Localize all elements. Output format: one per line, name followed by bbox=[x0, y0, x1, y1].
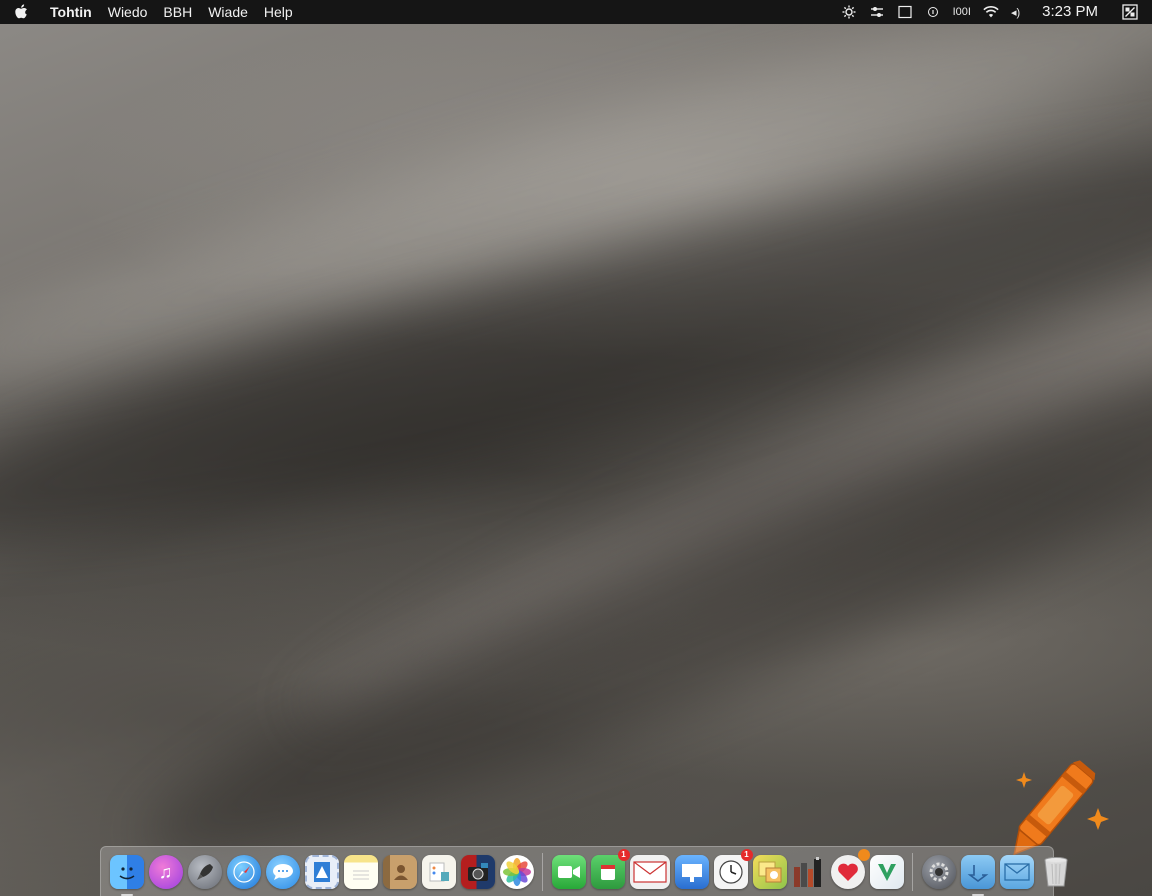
dock-app-photos[interactable] bbox=[499, 854, 534, 889]
finder-icon bbox=[119, 866, 134, 879]
status-bars-text[interactable]: I00I bbox=[953, 6, 971, 18]
notification-badge: 1 bbox=[740, 848, 753, 861]
dock-app-reminders[interactable] bbox=[421, 854, 456, 889]
wifi-icon[interactable] bbox=[983, 4, 999, 20]
dock-app-vectornator[interactable] bbox=[869, 854, 904, 889]
dock-separator bbox=[912, 852, 913, 891]
wallpaper-shadow bbox=[0, 71, 1152, 609]
dock-app-facetime[interactable] bbox=[551, 854, 586, 889]
dock-app-contacts[interactable] bbox=[382, 854, 417, 889]
stamp-icon bbox=[313, 861, 330, 882]
desktop-wallpaper: Tohtin Wiedo BBH Wiade Help I00I ◂) 3:23… bbox=[0, 0, 1152, 896]
dock-app-clock[interactable]: 1 bbox=[713, 848, 753, 889]
dock-app-safari[interactable] bbox=[226, 854, 261, 889]
gear-icon bbox=[929, 862, 948, 881]
menu-item-bbh[interactable]: BBH bbox=[155, 0, 200, 24]
gear-sun-icon[interactable] bbox=[841, 4, 857, 20]
heart-icon bbox=[837, 863, 858, 881]
display-icon[interactable] bbox=[897, 4, 913, 20]
control-center-icon[interactable] bbox=[1122, 4, 1138, 20]
dock-app-calendar[interactable]: 1 bbox=[590, 848, 630, 889]
dock-app-finder[interactable] bbox=[109, 854, 144, 896]
menu-app-name[interactable]: Tohtin bbox=[42, 0, 100, 24]
vector-icon bbox=[877, 863, 896, 881]
clock-icon bbox=[718, 859, 743, 884]
volume-icon[interactable]: ◂) bbox=[1011, 6, 1020, 19]
wallpaper-highlight bbox=[281, 180, 1152, 760]
sliders-icon[interactable] bbox=[869, 4, 885, 20]
folder-download-icon bbox=[967, 864, 988, 882]
dock: ♫ 1 1 bbox=[100, 846, 1067, 896]
menu-item-help[interactable]: Help bbox=[256, 0, 301, 24]
dock-app-keynote[interactable] bbox=[674, 854, 709, 889]
dock-app-books[interactable] bbox=[792, 855, 826, 889]
dock-app-heart[interactable] bbox=[830, 848, 870, 889]
envelope-icon bbox=[632, 860, 667, 883]
video-icon bbox=[557, 865, 580, 878]
dock-app-photo-booth[interactable] bbox=[460, 854, 495, 889]
dock-app-stamp[interactable] bbox=[304, 854, 339, 889]
menu-clock[interactable]: 3:23 PM bbox=[1034, 0, 1106, 24]
dock-app-mail[interactable] bbox=[629, 854, 670, 889]
info-circle-icon[interactable] bbox=[925, 4, 941, 20]
dock-separator bbox=[542, 852, 543, 891]
notification-badge bbox=[857, 848, 870, 861]
stickies-icon bbox=[758, 861, 781, 882]
notification-badge: 1 bbox=[617, 848, 630, 861]
dock-app-downloads[interactable] bbox=[960, 854, 995, 896]
menu-item-wiade[interactable]: Wiade bbox=[200, 0, 256, 24]
dock-app-notes[interactable] bbox=[343, 854, 378, 889]
music-icon: ♫ bbox=[158, 861, 173, 882]
menu-bar: Tohtin Wiedo BBH Wiade Help I00I ◂) 3:23… bbox=[0, 0, 1152, 24]
running-indicator bbox=[971, 893, 984, 896]
photos-icon bbox=[502, 857, 531, 886]
dock-app-messages[interactable] bbox=[265, 854, 300, 889]
calendar-icon bbox=[600, 864, 615, 880]
wallpaper-highlight bbox=[0, 0, 1152, 431]
dock-app-launchpad[interactable] bbox=[187, 854, 222, 889]
menu-item-wiedo[interactable]: Wiedo bbox=[100, 0, 156, 24]
apple-logo-icon[interactable] bbox=[12, 3, 30, 21]
contacts-icon bbox=[393, 864, 408, 880]
books-icon bbox=[793, 856, 821, 887]
dock-app-trash[interactable] bbox=[1039, 855, 1073, 889]
notes-icon bbox=[352, 870, 369, 879]
dock-app-stickies[interactable] bbox=[752, 854, 787, 889]
compass-icon bbox=[232, 860, 255, 883]
crayon-sparkle-icon[interactable] bbox=[990, 742, 1120, 862]
reminders-icon bbox=[429, 862, 449, 881]
dock-app-music[interactable]: ♫ bbox=[148, 854, 183, 889]
running-indicator bbox=[120, 893, 133, 896]
presentation-icon bbox=[681, 863, 702, 882]
dock-app-mail-folder[interactable] bbox=[999, 854, 1034, 889]
trash-icon bbox=[1044, 856, 1067, 886]
rocket-icon bbox=[196, 863, 213, 880]
camera-icon bbox=[467, 862, 488, 881]
mail-folder-icon bbox=[1003, 862, 1030, 881]
dock-app-system-preferences[interactable] bbox=[921, 854, 956, 889]
chat-bubble-icon bbox=[272, 863, 293, 880]
